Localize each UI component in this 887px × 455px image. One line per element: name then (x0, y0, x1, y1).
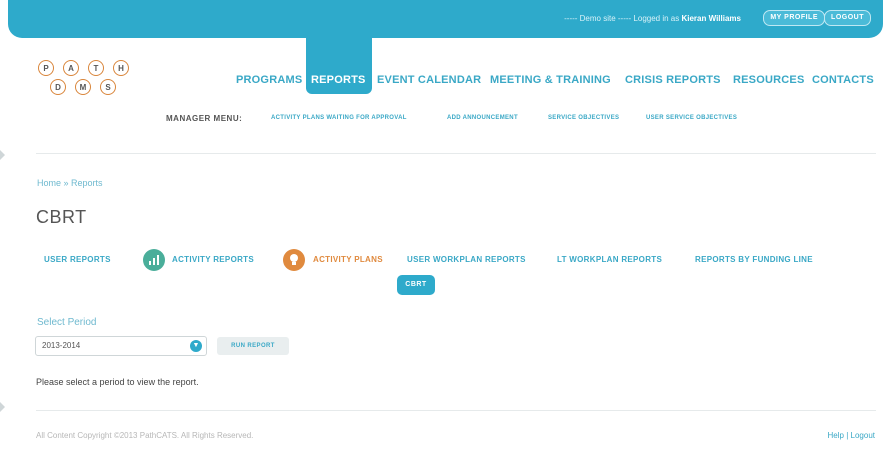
nav-meeting-training[interactable]: MEETING & TRAINING (490, 74, 611, 86)
subnav-user-reports[interactable]: USER REPORTS (44, 255, 111, 264)
manager-link-user-service-objectives[interactable]: USER SERVICE OBJECTIVES (646, 115, 737, 121)
select-period-label: Select Period (37, 317, 97, 328)
run-report-button[interactable]: RUN REPORT (217, 337, 289, 355)
logo-letter: H (113, 60, 129, 76)
lightbulb-icon[interactable] (283, 249, 305, 271)
footer-separator: | (846, 431, 849, 440)
nav-contacts[interactable]: CONTACTS (812, 74, 874, 86)
divider (36, 153, 876, 154)
subnav-reports-by-funding-line[interactable]: REPORTS BY FUNDING LINE (695, 255, 813, 264)
nav-event-calendar[interactable]: EVENT CALENDAR (377, 74, 481, 86)
footer-copyright: All Content Copyright ©2013 PathCATS. Al… (36, 431, 254, 440)
divider (36, 410, 876, 411)
my-profile-button[interactable]: MY PROFILE (763, 10, 825, 26)
subnav-activity-reports[interactable]: ACTIVITY REPORTS (172, 255, 254, 264)
page-title: CBRT (36, 207, 87, 227)
manager-menu-label: MANAGER MENU: (166, 114, 243, 123)
info-message: Please select a period to view the repor… (36, 377, 199, 387)
page-edge-marker (0, 402, 5, 412)
logo-letter: D (50, 79, 66, 95)
chevron-down-icon[interactable]: ▼ (190, 340, 202, 352)
breadcrumb[interactable]: Home » Reports (37, 178, 103, 188)
logo-letter: T (88, 60, 104, 76)
subnav-activity-plans[interactable]: ACTIVITY PLANS (313, 255, 383, 264)
nav-crisis-reports[interactable]: CRISIS REPORTS (625, 74, 721, 86)
logout-button[interactable]: LOGOUT (824, 10, 871, 26)
page-edge-marker (0, 150, 5, 160)
chart-icon[interactable] (143, 249, 165, 271)
user-name: Kieran Williams (681, 14, 741, 23)
nav-resources[interactable]: RESOURCES (733, 74, 804, 86)
login-status: ----- Demo site ----- Logged in as Kiera… (564, 14, 741, 23)
manager-link-add-announcement[interactable]: ADD ANNOUNCEMENT (447, 115, 518, 121)
period-select-value: 2013-2014 (42, 341, 81, 350)
pathdms-logo[interactable]: P A T H D M S (26, 60, 156, 100)
manager-link-activity-plans-approval[interactable]: ACTIVITY PLANS WAITING FOR APPROVAL (271, 115, 407, 121)
footer-links: Help | Logout (828, 431, 875, 440)
logo-letter: M (75, 79, 91, 95)
logo-letter: P (38, 60, 54, 76)
demo-notice: ----- Demo site ----- Logged in as (564, 14, 680, 23)
subnav-user-workplan-reports[interactable]: USER WORKPLAN REPORTS (407, 255, 526, 264)
footer-logout-link[interactable]: Logout (851, 431, 875, 440)
nav-reports[interactable]: REPORTS (311, 74, 366, 86)
logo-letter: A (63, 60, 79, 76)
manager-link-service-objectives[interactable]: SERVICE OBJECTIVES (548, 115, 619, 121)
top-bar: ----- Demo site ----- Logged in as Kiera… (8, 0, 883, 38)
subnav-cbrt-active[interactable]: CBRT (397, 275, 435, 295)
period-select[interactable]: 2013-2014 ▼ (35, 336, 207, 356)
subnav-lt-workplan-reports[interactable]: LT WORKPLAN REPORTS (557, 255, 662, 264)
logo-letter: S (100, 79, 116, 95)
help-link[interactable]: Help (828, 431, 844, 440)
nav-programs[interactable]: PROGRAMS (236, 74, 302, 86)
